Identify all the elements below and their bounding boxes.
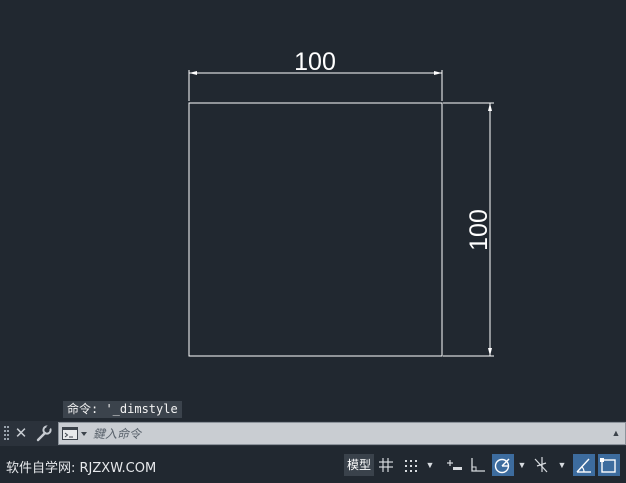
status-bar: 软件自学网: RJZXW.COM 模型 ▼ ▼ ▼: [0, 448, 626, 483]
command-input[interactable]: [93, 424, 593, 443]
infer-constraints-icon[interactable]: [444, 454, 464, 476]
history-expand-icon[interactable]: ▲: [610, 426, 622, 441]
vertical-dimension-text: 100: [465, 209, 493, 251]
dimension-arrow: [434, 71, 442, 75]
square-shape[interactable]: [188, 102, 443, 357]
command-prompt-icon[interactable]: [62, 427, 90, 441]
isodraft-icon[interactable]: [531, 454, 553, 476]
dimension-arrow: [488, 348, 492, 356]
close-icon[interactable]: ✕: [13, 424, 29, 443]
command-line-bar: ✕ ▲: [0, 421, 626, 446]
dimension-arrow: [189, 71, 197, 75]
drawing-area[interactable]: 100 100: [0, 0, 626, 420]
horizontal-dimension[interactable]: 100: [188, 48, 443, 101]
horizontal-dimension-text: 100: [294, 48, 336, 76]
polar-tracking-icon[interactable]: [492, 454, 514, 476]
wrench-icon[interactable]: [35, 424, 53, 443]
selection-cycling-icon[interactable]: [598, 454, 620, 476]
polar-menu-chevron-down-icon[interactable]: ▼: [517, 454, 527, 476]
dimension-arrow: [488, 103, 492, 111]
command-history-line: 命令: '_dimstyle: [63, 401, 182, 418]
drag-handle-icon[interactable]: [4, 424, 10, 443]
model-space-button[interactable]: 模型: [344, 454, 374, 476]
snap-menu-chevron-down-icon[interactable]: ▼: [425, 454, 435, 476]
vertical-dimension[interactable]: 100: [443, 102, 494, 357]
drawing-svg[interactable]: 100 100: [0, 0, 626, 420]
grid-icon[interactable]: [377, 454, 397, 476]
command-input-box[interactable]: ▲: [58, 422, 626, 445]
snap-icon[interactable]: [401, 454, 421, 476]
ortho-icon[interactable]: [468, 454, 488, 476]
dynamic-ucs-icon[interactable]: [573, 454, 595, 476]
watermark-text: 软件自学网: RJZXW.COM: [6, 461, 157, 476]
isodraft-menu-chevron-down-icon[interactable]: ▼: [557, 454, 567, 476]
